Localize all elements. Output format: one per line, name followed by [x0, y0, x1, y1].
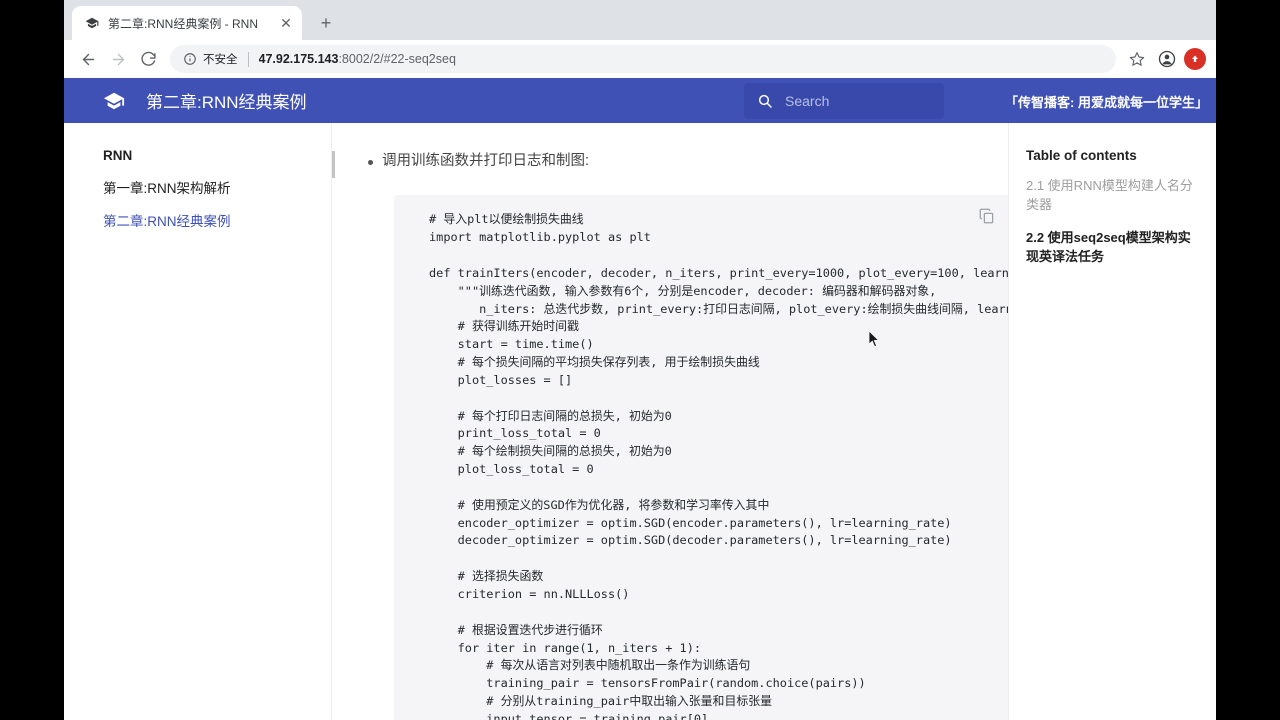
copy-icon[interactable]	[978, 207, 996, 225]
tab-strip: 第二章:RNN经典案例 - RNN ✕ +	[64, 0, 1216, 40]
site-header: 第二章:RNN经典案例 Search 「传智播客: 用爱成就每一位学生」	[64, 78, 1216, 123]
toc-title: Table of contents	[1026, 148, 1137, 163]
code-text[interactable]: # 导入plt以便绘制损失曲线 import matplotlib.pyplot…	[394, 211, 1008, 720]
screen: 第二章:RNN经典案例 - RNN ✕ + 不安全 47.92.175.143:…	[0, 0, 1280, 720]
search-input[interactable]: Search	[744, 83, 944, 119]
code-block: # 导入plt以便绘制损失曲线 import matplotlib.pyplot…	[394, 195, 1008, 720]
bullet-dot-icon	[368, 160, 373, 165]
page-viewport: 第二章:RNN经典案例 Search 「传智播客: 用爱成就每一位学生」 RNN	[64, 78, 1216, 720]
graduation-cap-icon	[102, 89, 126, 113]
site-title: 第二章:RNN经典案例	[146, 93, 307, 112]
main-content: 调用训练函数并打印日志和制图: # 导入plt以便绘制损失曲线 import m…	[332, 123, 1008, 720]
left-sidebar: RNN 第一章:RNN架构解析 第二章:RNN经典案例	[64, 123, 331, 720]
table-of-contents: Table of contents 2.1 使用RNN模型构建人名分类器 2.2…	[1009, 123, 1216, 720]
toc-item-2-2[interactable]: 2.2 使用seq2seq模型架构实现英译法任务	[1026, 229, 1198, 267]
account-avatar-icon[interactable]	[1154, 46, 1180, 72]
browser-tab[interactable]: 第二章:RNN经典案例 - RNN ✕	[72, 6, 302, 40]
address-bar[interactable]: 不安全 47.92.175.143:8002/2/#22-seq2seq	[170, 45, 1116, 73]
page-body: RNN 第一章:RNN架构解析 第二章:RNN经典案例 调用训练函数并打印日志和…	[64, 123, 1216, 720]
reload-button[interactable]	[134, 45, 162, 73]
security-label: 不安全	[203, 54, 238, 66]
graduation-cap-icon	[84, 15, 100, 31]
tab-title: 第二章:RNN经典案例 - RNN	[108, 16, 258, 31]
omnibox-divider	[247, 51, 249, 67]
new-tab-button[interactable]: +	[312, 9, 340, 37]
bullet-item: 调用训练函数并打印日志和制图:	[332, 151, 1008, 178]
browser-toolbar: 不安全 47.92.175.143:8002/2/#22-seq2seq	[64, 40, 1216, 78]
back-button[interactable]	[74, 45, 102, 73]
star-icon[interactable]	[1124, 46, 1150, 72]
close-icon[interactable]: ✕	[278, 15, 294, 31]
browser-window: 第二章:RNN经典案例 - RNN ✕ + 不安全 47.92.175.143:…	[64, 0, 1216, 720]
site-tagline: 「传智播客: 用爱成就每一位学生」	[1005, 95, 1208, 110]
bullet-text: 调用训练函数并打印日志和制图:	[382, 153, 590, 169]
sidebar-item-chapter2[interactable]: 第二章:RNN经典案例	[103, 210, 331, 230]
sidebar-title: RNN	[103, 148, 133, 163]
info-circle-icon[interactable]	[182, 52, 197, 67]
url-path: :8002/2/#22-seq2seq	[338, 52, 456, 66]
search-icon	[756, 93, 773, 110]
forward-button[interactable]	[104, 45, 132, 73]
extension-badge-icon[interactable]	[1184, 48, 1206, 70]
content-accent-bar	[332, 151, 335, 178]
toolbar-icons	[1124, 46, 1206, 72]
url-host: 47.92.175.143	[258, 52, 339, 66]
search-placeholder: Search	[785, 93, 830, 109]
sidebar-item-chapter1[interactable]: 第一章:RNN架构解析	[103, 177, 331, 197]
toc-item-2-1[interactable]: 2.1 使用RNN模型构建人名分类器	[1026, 177, 1198, 215]
url-text: 47.92.175.143:8002/2/#22-seq2seq	[259, 52, 456, 66]
